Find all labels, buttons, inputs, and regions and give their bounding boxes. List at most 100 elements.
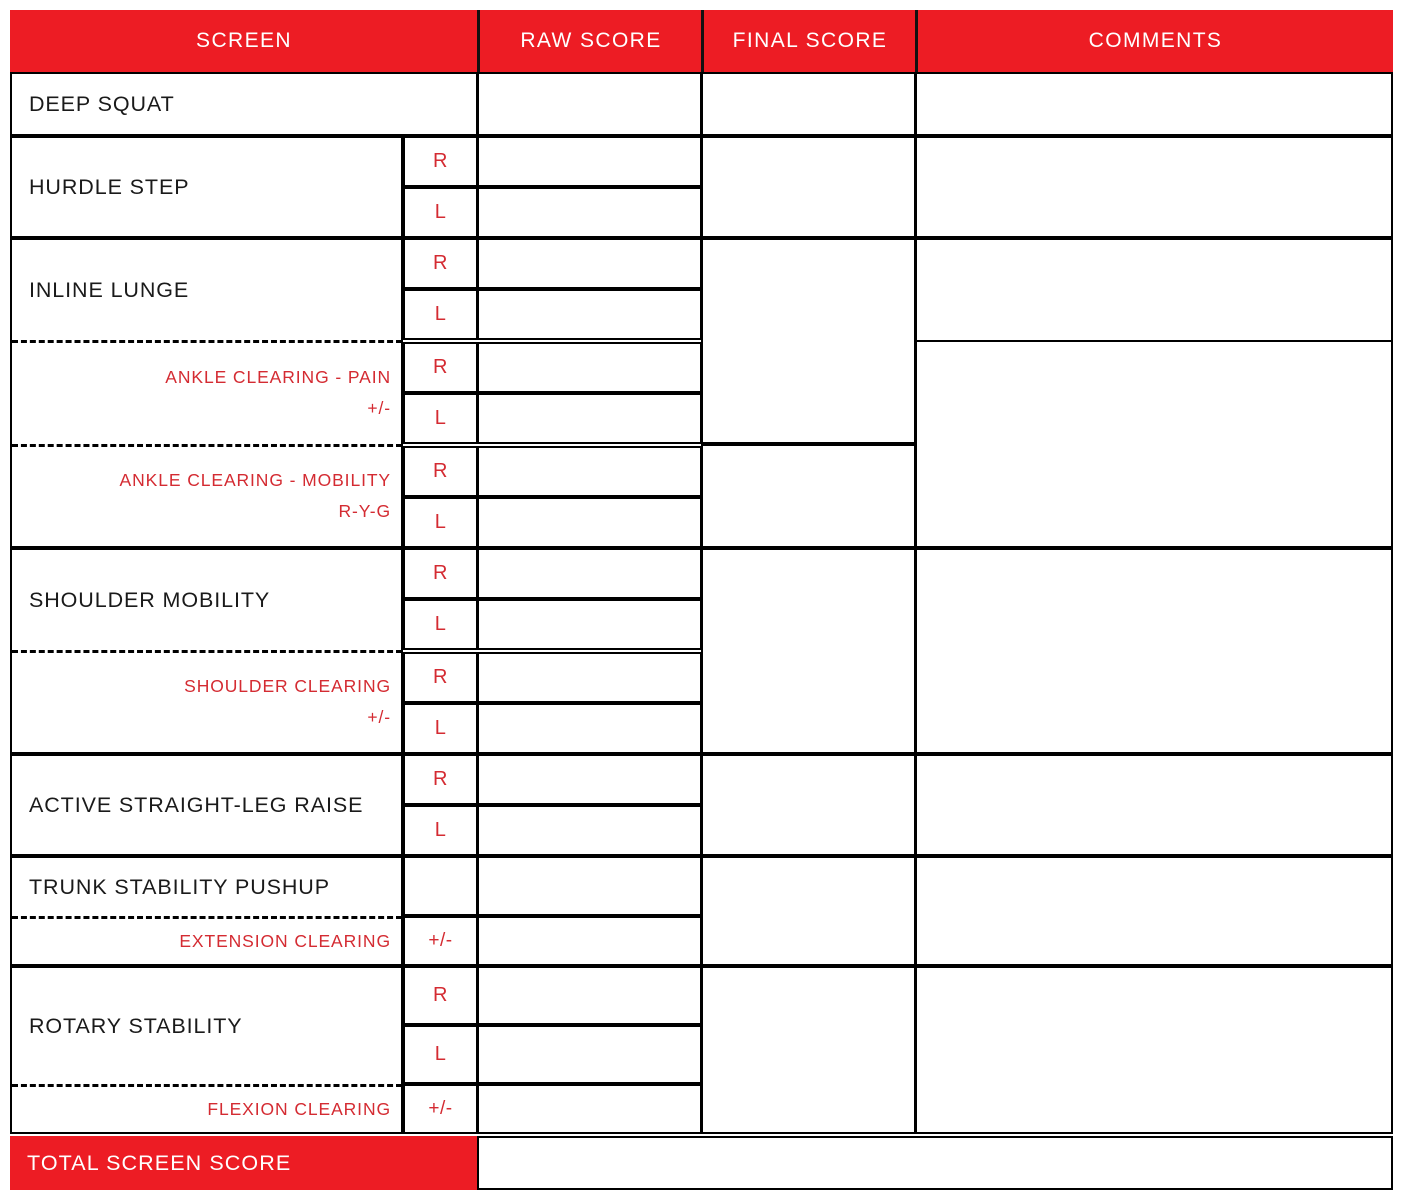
- comments-deep-squat[interactable]: [915, 72, 1393, 136]
- side-marker-ankle-pain-left: L: [403, 393, 478, 444]
- screen-label-trunk-stability: TRUNK STABILITY PUSHUP: [12, 858, 401, 916]
- comments-shoulder[interactable]: [915, 548, 1393, 754]
- shoulder-mobility-text: SHOULDER MOBILITY: [29, 587, 271, 612]
- screen-label-rotary-stability: ROTARY STABILITY: [12, 968, 401, 1084]
- marker-l: L: [434, 717, 447, 739]
- comments-trunk[interactable]: [915, 856, 1393, 966]
- marker-r: R: [433, 666, 448, 688]
- marker-l: L: [434, 303, 447, 325]
- divider-shoulder-mobility-clearing: [12, 650, 402, 653]
- final-score-trunk[interactable]: [701, 856, 916, 966]
- screen-label-deep-squat: DEEP SQUAT: [10, 72, 478, 136]
- side-marker-flexion-clearing-plusminus: +/-: [403, 1084, 478, 1134]
- raw-score-shoulder-clearing-right[interactable]: [477, 652, 702, 703]
- side-marker-ankle-mobility-right: R: [403, 446, 478, 497]
- ankle-pain-line1: ANKLE CLEARING - PAIN: [165, 367, 391, 388]
- side-marker-inline-lunge-left: L: [403, 289, 478, 340]
- marker-r: R: [433, 460, 448, 482]
- header-comments-label: COMMENTS: [1088, 29, 1223, 52]
- header-final-score-label: FINAL SCORE: [732, 29, 888, 52]
- raw-score-flexion-clearing[interactable]: [477, 1084, 702, 1134]
- marker-plus-minus: +/-: [428, 930, 453, 951]
- raw-score-hurdle-step-right[interactable]: [477, 136, 702, 187]
- header-separator-1: [477, 10, 480, 72]
- screen-label-ankle-clearing-pain: ANKLE CLEARING - PAIN +/-: [12, 342, 401, 444]
- marker-r: R: [433, 252, 448, 274]
- hurdle-step-text: HURDLE STEP: [29, 174, 190, 199]
- comments-aslr[interactable]: [915, 754, 1393, 856]
- raw-score-ankle-pain-right[interactable]: [477, 342, 702, 393]
- raw-score-hurdle-step-left[interactable]: [477, 187, 702, 238]
- fms-scoring-sheet: SCREEN RAW SCORE FINAL SCORE COMMENTS DE…: [0, 0, 1407, 1201]
- final-score-deep-squat[interactable]: [701, 72, 916, 136]
- marker-l: L: [434, 819, 447, 841]
- header-screen: SCREEN: [10, 10, 478, 72]
- side-marker-shoulder-mobility-right: R: [403, 548, 478, 599]
- side-marker-hurdle-step-left: L: [403, 187, 478, 238]
- divider-inline-lunge-ankle-pain: [12, 340, 402, 343]
- screen-label-hurdle-step: HURDLE STEP: [10, 136, 403, 238]
- side-marker-hurdle-step-right: R: [403, 136, 478, 187]
- raw-score-aslr-left[interactable]: [477, 805, 702, 856]
- raw-score-shoulder-mobility-left[interactable]: [477, 599, 702, 650]
- raw-score-rotary-stability-left[interactable]: [477, 1025, 702, 1084]
- raw-score-inline-lunge-left[interactable]: [477, 289, 702, 340]
- final-score-inline-lunge[interactable]: [701, 238, 916, 444]
- header-comments: COMMENTS: [918, 10, 1393, 72]
- raw-score-inline-lunge-right[interactable]: [477, 238, 702, 289]
- marker-l: L: [434, 407, 447, 429]
- marker-r: R: [433, 984, 448, 1006]
- ankle-mobility-line1: ANKLE CLEARING - MOBILITY: [119, 470, 391, 491]
- deep-squat-text: DEEP SQUAT: [29, 91, 175, 116]
- side-marker-trunk-stability-blank: [403, 856, 478, 916]
- final-score-aslr[interactable]: [701, 754, 916, 856]
- raw-score-ankle-mobility-right[interactable]: [477, 446, 702, 497]
- raw-score-deep-squat[interactable]: [477, 72, 702, 136]
- raw-score-aslr-right[interactable]: [477, 754, 702, 805]
- raw-score-ankle-pain-left[interactable]: [477, 393, 702, 444]
- rotary-stability-text: ROTARY STABILITY: [29, 1013, 243, 1038]
- raw-score-rotary-stability-right[interactable]: [477, 966, 702, 1025]
- side-marker-inline-lunge-right: R: [403, 238, 478, 289]
- final-score-rotary[interactable]: [701, 966, 916, 1134]
- screen-label-flexion-clearing: FLEXION CLEARING: [12, 1086, 401, 1132]
- raw-score-trunk-stability[interactable]: [477, 856, 702, 916]
- screen-label-ankle-clearing-mobility: ANKLE CLEARING - MOBILITY R-Y-G: [12, 446, 401, 546]
- marker-r: R: [433, 562, 448, 584]
- comments-ankle-clearing[interactable]: [915, 340, 1393, 548]
- divider-rotary-flexion: [12, 1084, 402, 1087]
- divider-trunk-extension: [12, 916, 402, 919]
- divider-ankle-pain-ankle-mobility: [12, 444, 402, 447]
- total-screen-score-text: TOTAL SCREEN SCORE: [27, 1150, 292, 1175]
- final-score-ankle-mobility[interactable]: [701, 444, 916, 548]
- ankle-pain-line2: +/-: [367, 398, 391, 418]
- final-score-hurdle-step[interactable]: [701, 136, 916, 238]
- marker-r: R: [433, 356, 448, 378]
- screen-label-aslr: ACTIVE STRAIGHT-LEG RAISE: [10, 754, 403, 856]
- raw-score-ankle-mobility-left[interactable]: [477, 497, 702, 548]
- inline-lunge-text: INLINE LUNGE: [29, 277, 190, 302]
- marker-l: L: [434, 613, 447, 635]
- marker-r: R: [433, 768, 448, 790]
- raw-score-shoulder-clearing-left[interactable]: [477, 703, 702, 754]
- comments-rotary[interactable]: [915, 966, 1393, 1134]
- marker-r: R: [433, 150, 448, 172]
- marker-plus-minus: +/-: [428, 1098, 453, 1119]
- final-score-shoulder[interactable]: [701, 548, 916, 754]
- flexion-clearing-text: FLEXION CLEARING: [207, 1098, 391, 1119]
- raw-score-extension-clearing[interactable]: [477, 916, 702, 966]
- raw-score-shoulder-mobility-right[interactable]: [477, 548, 702, 599]
- total-screen-score-value[interactable]: [477, 1136, 1393, 1190]
- ankle-mobility-line2: R-Y-G: [338, 501, 391, 521]
- shoulder-clearing-line1: SHOULDER CLEARING: [184, 676, 391, 697]
- side-marker-ankle-pain-right: R: [403, 342, 478, 393]
- extension-clearing-text: EXTENSION CLEARING: [179, 930, 391, 951]
- comments-inline-lunge[interactable]: [915, 238, 1393, 342]
- header-separator-2: [701, 10, 704, 72]
- aslr-text: ACTIVE STRAIGHT-LEG RAISE: [29, 792, 364, 817]
- marker-l: L: [434, 1043, 447, 1065]
- side-marker-shoulder-clearing-left: L: [403, 703, 478, 754]
- header-screen-label: SCREEN: [196, 29, 292, 52]
- comments-hurdle-step[interactable]: [915, 136, 1393, 238]
- shoulder-clearing-line2: +/-: [367, 707, 391, 727]
